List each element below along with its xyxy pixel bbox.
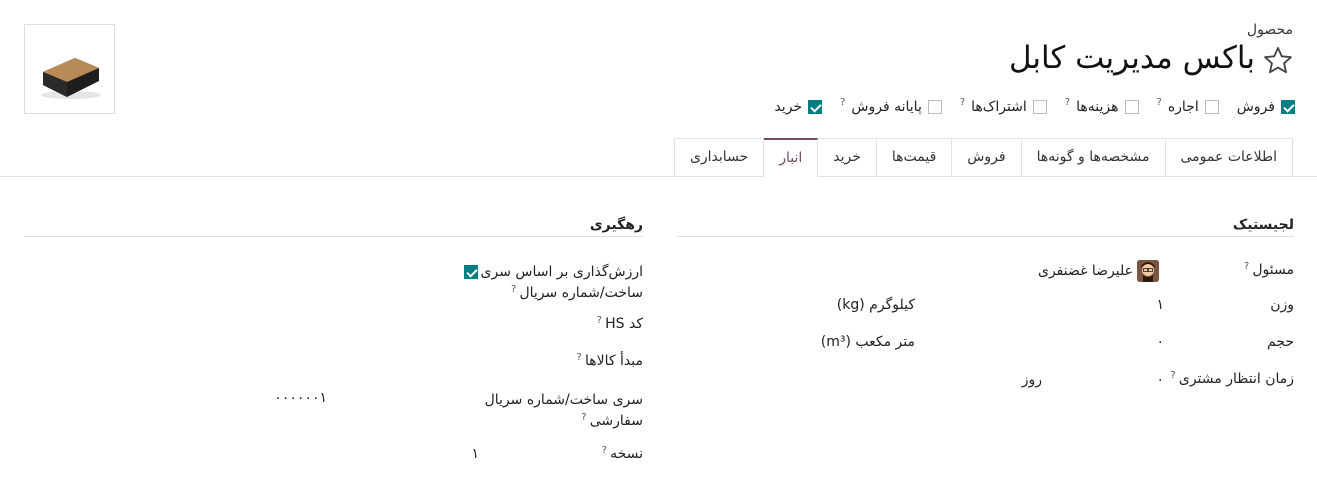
logistics-divider	[677, 236, 1294, 237]
volume-label: حجم	[1266, 334, 1294, 350]
responsible-value: علیرضا غضنفری	[1038, 263, 1133, 279]
weight-unit: کیلوگرم (kg)	[836, 297, 915, 313]
tracking-divider	[24, 236, 643, 237]
custom-serial-input[interactable]: ۰۰۰۰۰۰۱	[274, 390, 327, 406]
tab-sales[interactable]: فروش	[952, 138, 1022, 177]
volume-unit: متر مکعب (m³)	[820, 334, 915, 350]
option-rental[interactable]: اجاره ?	[1157, 97, 1219, 115]
checkbox-icon[interactable]	[808, 100, 823, 114]
weight-input[interactable]: ۱	[1156, 297, 1164, 313]
option-pos[interactable]: پایانه فروش ?	[840, 97, 942, 115]
version-input[interactable]: ۱	[471, 446, 479, 462]
option-subscriptions[interactable]: اشتراک‌ها ?	[960, 97, 1047, 115]
question-icon[interactable]: ?	[581, 412, 590, 423]
avatar-icon	[1137, 260, 1159, 282]
option-label: اجاره	[1167, 99, 1199, 115]
custom-serial-label: سری ساخت/شماره سریال سفارشی ?	[484, 392, 643, 429]
product-options: فروش اجاره ? هزینه‌ها ? اشتراک‌ها ? پایا…	[774, 97, 1295, 115]
option-sales[interactable]: فروش	[1237, 99, 1295, 115]
question-icon[interactable]: ?	[1157, 97, 1162, 108]
tab-general[interactable]: اطلاعات عمومی	[1165, 138, 1293, 177]
option-label: فروش	[1236, 99, 1275, 115]
checkbox-icon[interactable]	[1124, 100, 1139, 114]
checkbox-icon[interactable]	[1032, 100, 1047, 114]
option-expenses[interactable]: هزینه‌ها ?	[1065, 97, 1139, 115]
tab-accounting[interactable]: حسابداری	[673, 138, 765, 177]
volume-input[interactable]: ۰	[1156, 334, 1164, 350]
option-label: اشتراک‌ها	[971, 99, 1027, 115]
tab-inventory[interactable]: انبار	[764, 138, 819, 177]
question-icon[interactable]: ?	[1244, 261, 1253, 272]
option-label: هزینه‌ها	[1076, 99, 1119, 115]
option-label: پایانه فروش	[851, 99, 922, 115]
star-icon[interactable]	[1261, 44, 1295, 78]
cable-box-image	[41, 58, 101, 99]
origin-label: مبدأ کالاها ?	[576, 352, 643, 369]
hs-code-label: کد HS ?	[596, 315, 643, 332]
question-icon[interactable]: ?	[602, 445, 611, 456]
lead-time-label: زمان انتظار مشتری ?	[1170, 370, 1294, 387]
question-icon[interactable]: ?	[1170, 370, 1179, 381]
lead-time-unit: روز	[1021, 372, 1042, 388]
weight-label: وزن	[1270, 297, 1294, 313]
tab-attributes[interactable]: مشخصه‌ها و گونه‌ها	[1021, 138, 1166, 177]
product-title[interactable]: باکس مدیریت کابل	[1009, 40, 1255, 76]
valuation-checkbox[interactable]	[464, 265, 478, 279]
responsible-label: مسئول ?	[1243, 261, 1294, 278]
responsible-field[interactable]: علیرضا غضنفری	[1038, 260, 1159, 282]
question-icon[interactable]: ?	[577, 352, 586, 363]
tab-bar: اطلاعات عمومی مشخصه‌ها و گونه‌ها فروش قی…	[673, 138, 1293, 177]
version-label: نسخه ?	[601, 445, 643, 462]
question-icon[interactable]: ?	[840, 97, 845, 108]
question-icon[interactable]: ?	[511, 284, 520, 295]
question-icon[interactable]: ?	[1065, 97, 1070, 108]
checkbox-icon[interactable]	[1281, 100, 1295, 114]
breadcrumb[interactable]: محصول	[1247, 22, 1293, 38]
valuation-label: ارزش‌گذاری بر اساس سری ساخت/شماره سریال …	[480, 264, 643, 301]
question-icon[interactable]: ?	[597, 315, 606, 326]
checkbox-icon[interactable]	[927, 100, 942, 114]
question-icon[interactable]: ?	[960, 97, 965, 108]
tab-purchase[interactable]: خرید	[818, 138, 877, 177]
checkbox-icon[interactable]	[1204, 100, 1219, 114]
tracking-title: رهگیری	[589, 217, 643, 233]
lead-time-input[interactable]: ۰	[1156, 372, 1164, 388]
product-image[interactable]	[24, 24, 115, 114]
tab-prices[interactable]: قیمت‌ها	[876, 138, 953, 177]
logistics-title: لجیستیک	[1232, 217, 1294, 233]
option-label: خرید	[774, 99, 803, 115]
option-purchase[interactable]: خرید	[774, 99, 823, 115]
